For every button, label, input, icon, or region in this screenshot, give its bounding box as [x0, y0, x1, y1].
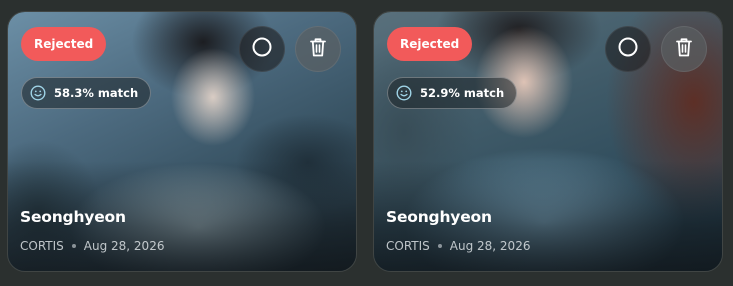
date: Aug 28, 2026 — [83, 239, 165, 253]
select-button[interactable] — [605, 26, 651, 72]
status-badge: Rejected — [387, 27, 473, 61]
trash-icon — [674, 36, 694, 63]
group-name: CORTIS — [20, 239, 64, 253]
group-name: CORTIS — [386, 239, 430, 253]
date: Aug 28, 2026 — [449, 239, 531, 253]
photo-grid: Rejected 58.3% match Seonghyeon CORTIS A… — [0, 0, 733, 286]
delete-button[interactable] — [295, 26, 341, 72]
select-button[interactable] — [239, 26, 285, 72]
status-badge: Rejected — [21, 27, 107, 61]
smile-icon — [396, 85, 412, 101]
match-label: 58.3% match — [54, 86, 139, 100]
match-pill: 52.9% match — [387, 77, 518, 109]
photo-card[interactable]: Rejected 52.9% match Seonghyeon CORTIS A… — [373, 11, 723, 272]
circle-icon — [251, 36, 273, 63]
match-label: 52.9% match — [420, 86, 505, 100]
card-meta: CORTIS Aug 28, 2026 — [386, 239, 530, 253]
photo-card[interactable]: Rejected 58.3% match Seonghyeon CORTIS A… — [7, 11, 357, 272]
circle-icon — [617, 36, 639, 63]
separator-dot — [437, 244, 442, 248]
delete-button[interactable] — [661, 26, 707, 72]
trash-icon — [308, 36, 328, 63]
smile-icon — [30, 85, 46, 101]
match-pill: 58.3% match — [21, 77, 152, 109]
separator-dot — [71, 244, 76, 248]
person-name: Seonghyeon — [20, 208, 126, 226]
card-meta: CORTIS Aug 28, 2026 — [20, 239, 164, 253]
person-name: Seonghyeon — [386, 208, 492, 226]
